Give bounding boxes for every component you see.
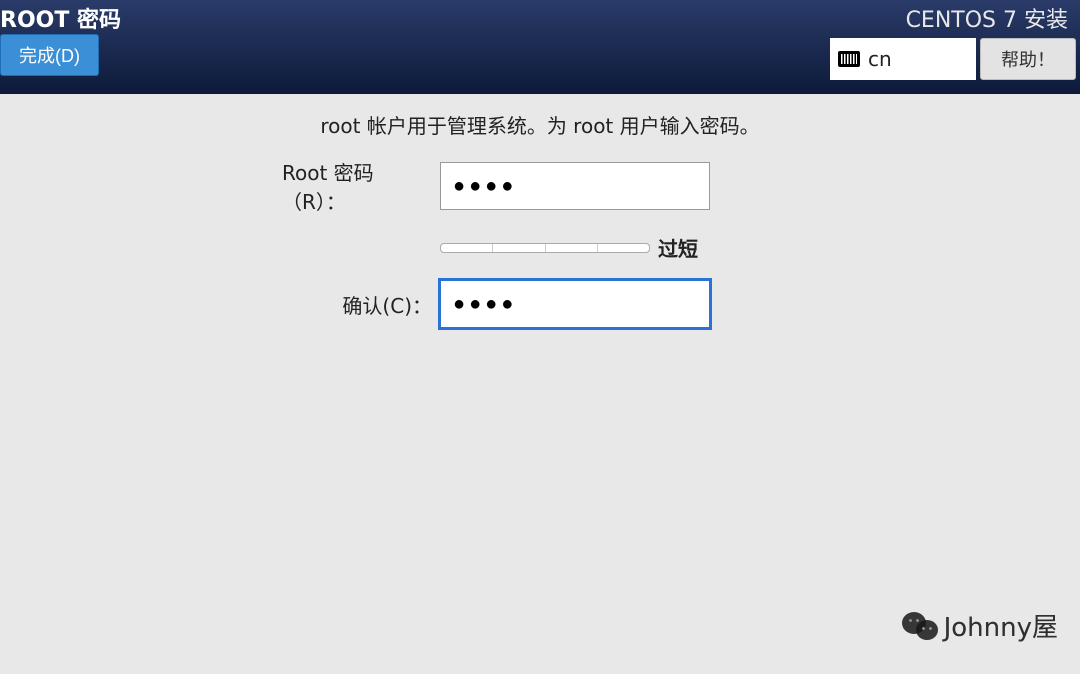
password-strength-meter [440, 243, 650, 253]
root-password-input[interactable] [440, 162, 710, 210]
wechat-icon [902, 612, 938, 640]
password-strength-label: 过短 [658, 233, 698, 262]
watermark-text: Johnny屋 [944, 607, 1058, 644]
instruction-text: root 帐户用于管理系统。为 root 用户输入密码。 [0, 110, 1080, 139]
confirm-label: 确认(C)： [342, 290, 432, 319]
help-button[interactable]: 帮助！ [980, 38, 1076, 80]
page-title: ROOT 密码 [0, 2, 121, 34]
header-bar: ROOT 密码 CENTOS 7 安装 完成(D) cn 帮助！ [0, 0, 1080, 94]
confirm-password-input[interactable] [440, 280, 710, 328]
watermark: Johnny屋 [902, 607, 1058, 644]
installer-title: CENTOS 7 安装 [906, 2, 1068, 34]
keyboard-layout-label: cn [868, 47, 892, 71]
content-area: root 帐户用于管理系统。为 root 用户输入密码。 Root 密码（R）：… [0, 94, 1080, 328]
keyboard-layout-selector[interactable]: cn [830, 38, 976, 80]
done-button[interactable]: 完成(D) [0, 34, 99, 76]
password-label: Root 密码（R）： [282, 157, 432, 215]
root-password-form: Root 密码（R）： 过短 确认(C)： [282, 157, 798, 328]
keyboard-icon [838, 51, 860, 67]
